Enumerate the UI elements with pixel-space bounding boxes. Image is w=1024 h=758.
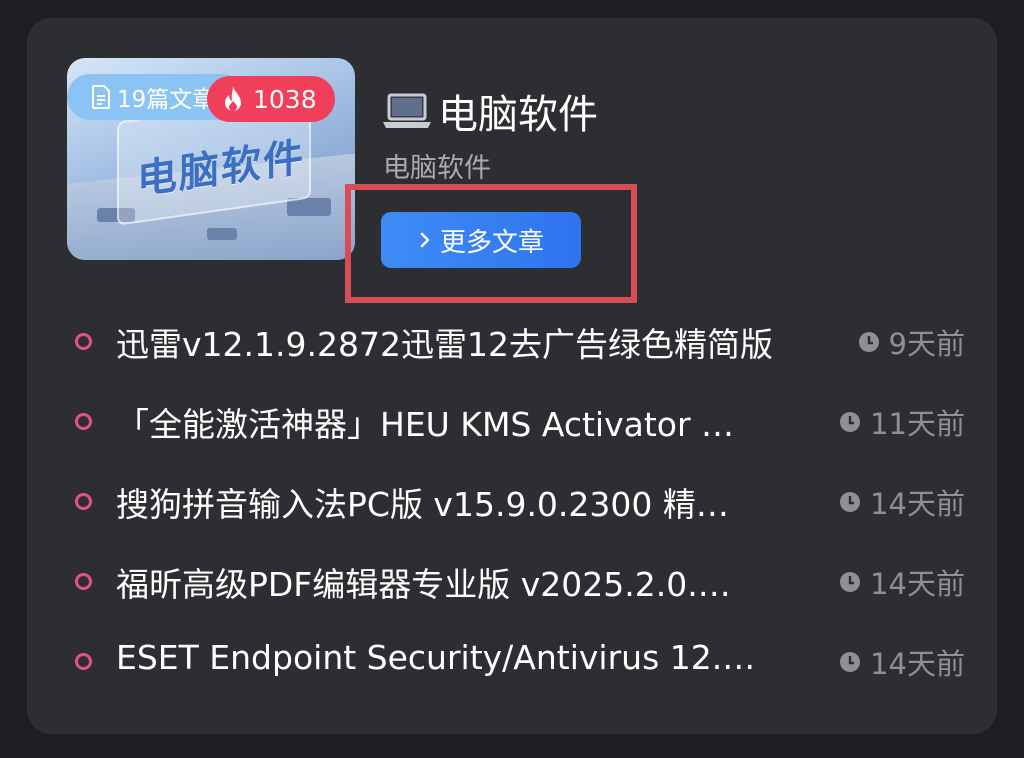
- article-time-text: 14天前: [870, 567, 965, 601]
- article-list-item[interactable]: 福昕高级PDF编辑器专业版 v2025.2.0.… 14天前: [75, 548, 965, 628]
- chip-graphic: [207, 228, 237, 240]
- article-title: 「全能激活神器」HEU KMS Activator …: [116, 405, 735, 444]
- article-list-item[interactable]: 迅雷v12.1.9.2872迅雷12去广告绿色精简版 9天前: [75, 308, 965, 388]
- laptop-icon: [383, 93, 431, 128]
- article-title: 搜狗拼音输入法PC版 v15.9.0.2300 精…: [116, 485, 729, 524]
- hot-count: 1038: [253, 84, 317, 114]
- article-count-label: 19篇文章: [117, 87, 216, 113]
- article-time: 14天前: [838, 561, 965, 603]
- category-title[interactable]: 电脑软件: [382, 82, 598, 140]
- article-title: 迅雷v12.1.9.2872迅雷12去广告绿色精简版: [116, 325, 773, 364]
- article-time: 9天前: [857, 321, 965, 363]
- clock-icon: [840, 652, 861, 672]
- document-icon: [92, 85, 110, 109]
- fire-icon: [225, 86, 241, 111]
- category-card: 电脑软件 19篇文章 1038 电脑软件 电脑软件 更多文章 迅雷v12.1.9…: [27, 18, 997, 734]
- category-subtitle: 电脑软件: [383, 153, 491, 184]
- bullet-icon: [75, 493, 92, 510]
- article-title: ESET Endpoint Security/Antivirus 12.…: [116, 638, 756, 677]
- category-title-text: 电脑软件: [438, 92, 598, 138]
- article-time-text: 14天前: [870, 647, 965, 681]
- bullet-icon: [75, 333, 92, 350]
- article-time-text: 11天前: [870, 407, 965, 441]
- article-list: 迅雷v12.1.9.2872迅雷12去广告绿色精简版 9天前 「全能激活神器」H…: [75, 308, 965, 708]
- highlight-box: [345, 184, 637, 303]
- clock-icon: [858, 332, 879, 352]
- hot-count-badge: 1038: [207, 76, 335, 122]
- article-list-item[interactable]: ESET Endpoint Security/Antivirus 12.… 14…: [75, 628, 965, 708]
- article-list-item[interactable]: 「全能激活神器」HEU KMS Activator … 11天前: [75, 388, 965, 468]
- article-time: 14天前: [838, 481, 965, 523]
- article-time-text: 9天前: [888, 327, 965, 361]
- clock-icon: [840, 492, 861, 512]
- article-title: 福昕高级PDF编辑器专业版 v2025.2.0.…: [116, 565, 731, 604]
- article-time: 11天前: [838, 401, 965, 443]
- clock-icon: [840, 412, 861, 432]
- bullet-icon: [75, 413, 92, 430]
- bullet-icon: [75, 653, 92, 670]
- bullet-icon: [75, 573, 92, 590]
- article-time: 14天前: [838, 641, 965, 683]
- article-time-text: 14天前: [870, 487, 965, 521]
- clock-icon: [840, 572, 861, 592]
- article-list-item[interactable]: 搜狗拼音输入法PC版 v15.9.0.2300 精… 14天前: [75, 468, 965, 548]
